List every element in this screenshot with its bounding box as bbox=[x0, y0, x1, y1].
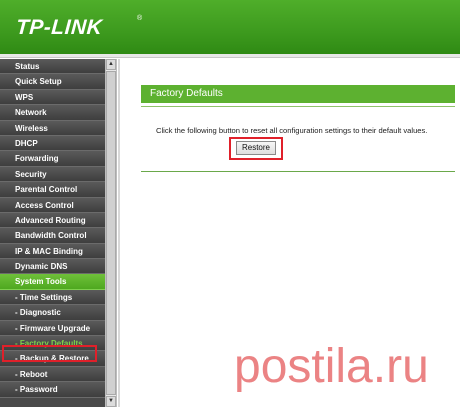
sidebar-item-access-control[interactable]: Access Control bbox=[0, 197, 105, 213]
reset-description: Click the following button to reset all … bbox=[156, 126, 428, 135]
scroll-up-icon[interactable]: ▲ bbox=[106, 59, 116, 70]
sidebar-subitem-firmware-upgrade[interactable]: - Firmware Upgrade bbox=[0, 320, 105, 337]
header-divider bbox=[0, 54, 460, 58]
sidebar-item-parental-control[interactable]: Parental Control bbox=[0, 182, 105, 198]
sidebar-scrollbar[interactable]: ▲ ▼ bbox=[105, 59, 117, 407]
sidebar-item-ip-mac-binding[interactable]: IP & MAC Binding bbox=[0, 243, 105, 260]
brand-logo: TP-LINK bbox=[15, 16, 104, 39]
sidebar-item-security[interactable]: Security bbox=[0, 166, 105, 183]
sidebar-subitem-diagnostic[interactable]: - Diagnostic bbox=[0, 305, 105, 321]
sidebar-item-quick-setup[interactable]: Quick Setup bbox=[0, 74, 105, 90]
sidebar-item-forwarding[interactable]: Forwarding bbox=[0, 151, 105, 167]
sidebar-menu: Status Quick Setup WPS Network Wireless … bbox=[0, 59, 105, 407]
frame-divider bbox=[118, 59, 120, 407]
title-divider bbox=[141, 106, 455, 107]
sidebar-item-system-tools[interactable]: System Tools bbox=[0, 274, 105, 290]
sidebar-item-dhcp[interactable]: DHCP bbox=[0, 135, 105, 152]
sidebar-subitem-time-settings[interactable]: - Time Settings bbox=[0, 289, 105, 306]
sidebar-item-dynamic-dns[interactable]: Dynamic DNS bbox=[0, 259, 105, 275]
sidebar-item-wireless[interactable]: Wireless bbox=[0, 120, 105, 136]
watermark-text: postila.ru bbox=[234, 340, 429, 393]
content-bottom-divider bbox=[141, 171, 455, 172]
scroll-thumb[interactable] bbox=[106, 71, 116, 395]
page-title-bar: Factory Defaults bbox=[141, 85, 455, 103]
sidebar-subitem-factory-defaults[interactable]: - Factory Defaults bbox=[0, 336, 105, 352]
postila-watermark: postila.ru bbox=[234, 340, 429, 393]
sidebar-item-network[interactable]: Network bbox=[0, 105, 105, 121]
header-bar: TP-LINK ® bbox=[0, 0, 460, 54]
registered-mark: ® bbox=[137, 15, 143, 22]
sidebar-subitem-backup-restore[interactable]: - Backup & Restore bbox=[0, 351, 105, 367]
sidebar-item-advanced-routing[interactable]: Advanced Routing bbox=[0, 212, 105, 229]
sidebar-subitem-password[interactable]: - Password bbox=[0, 382, 105, 398]
scroll-down-icon[interactable]: ▼ bbox=[106, 396, 116, 407]
sidebar-subitem-reboot[interactable]: - Reboot bbox=[0, 366, 105, 383]
sidebar-item-bandwidth-control[interactable]: Bandwidth Control bbox=[0, 228, 105, 244]
restore-button[interactable]: Restore bbox=[236, 141, 276, 155]
sidebar-item-wps[interactable]: WPS bbox=[0, 89, 105, 106]
sidebar-item-status[interactable]: Status bbox=[0, 59, 105, 75]
page-title: Factory Defaults bbox=[150, 88, 223, 99]
